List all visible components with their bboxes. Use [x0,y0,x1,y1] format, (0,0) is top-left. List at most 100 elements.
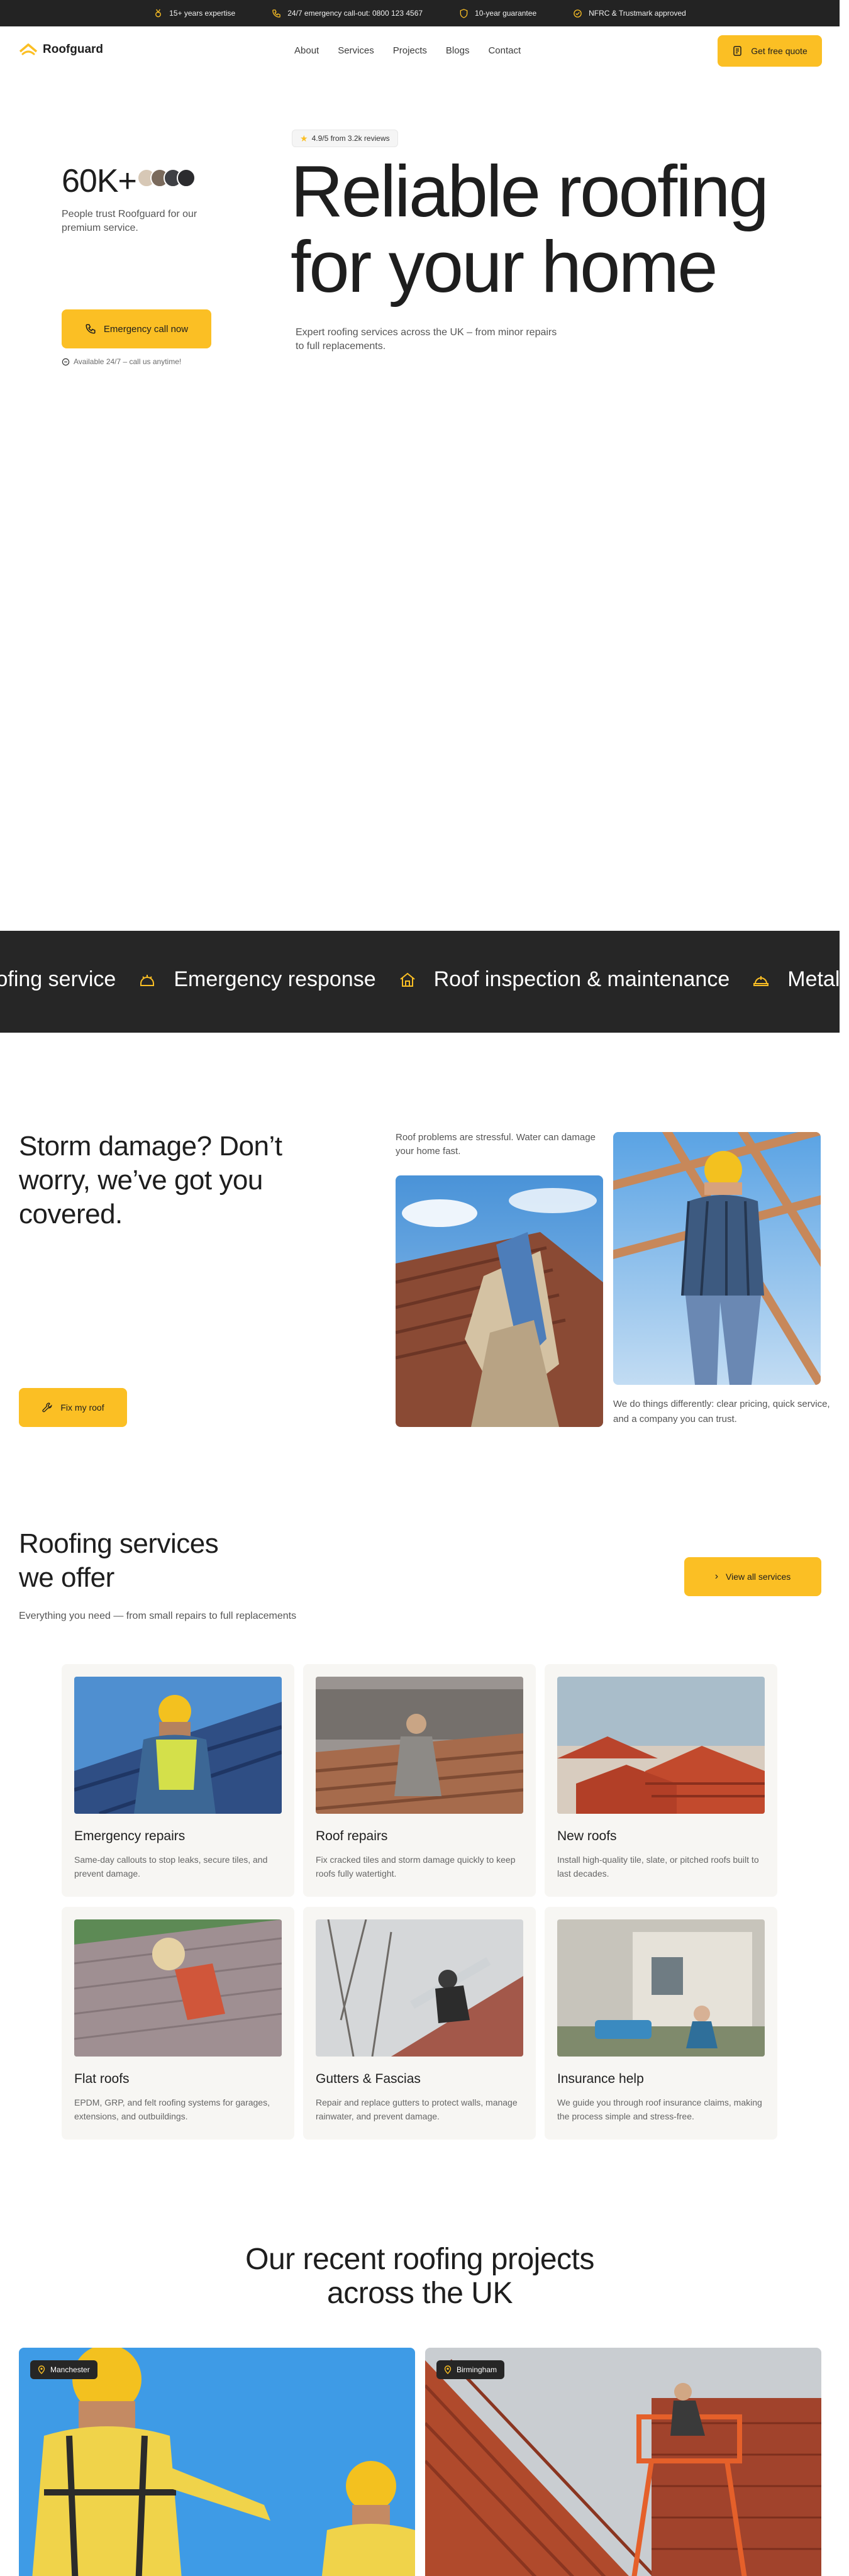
projects-title-line: Our recent roofing projects [245,2243,594,2276]
chevron-right-icon: › [714,1571,719,1582]
service-card-image [316,1677,523,1814]
topbar-text: 10-year guarantee [475,9,537,18]
marquee-item: Emergency response [138,967,376,992]
storm-section-title: Storm damage? Don’t worry, we’ve got you… [19,1131,282,1230]
get-quote-button[interactable]: Get free quote [718,35,822,67]
avatar [177,169,196,187]
nav-link-about[interactable]: About [294,45,319,56]
marquee-item: Roof inspection & maintenance [399,967,730,992]
main-nav: Roofguard About Services Projects Blogs … [0,26,840,77]
availability-note: Available 24/7 – call us anytime! [62,357,181,366]
service-card-flat-roofs[interactable]: Flat roofs EPDM, GRP, and felt roofing s… [62,1907,294,2140]
service-card-description: EPDM, GRP, and felt roofing systems for … [74,2097,270,2121]
topbar-item-guarantee: 10-year guarantee [459,8,537,18]
marquee-track: Roofing service Emergency response Roof … [0,967,840,992]
service-card-title: Roof repairs [316,1829,388,1843]
roofers-safety-illustration [32,2348,415,2576]
location-tag: Birmingham [436,2360,505,2379]
services-title: Roofing services we offer [19,1527,296,1595]
topbar-text: 15+ years expertise [169,9,236,18]
hero-title-line: Reliable roofing [291,150,769,232]
nav-link-services[interactable]: Services [338,45,374,56]
new-roofs-illustration [557,1677,765,1814]
customer-count-stat: 60K+ [62,163,137,199]
projects-title-line: across the UK [327,2277,513,2310]
project-card-manchester[interactable]: Manchester [19,2348,415,2576]
fix-my-roof-button[interactable]: Fix my roof [19,1388,127,1427]
services-title-line: Roofing services [19,1528,219,1559]
services-marquee: Roofing service Emergency response Roof … [0,931,840,1033]
service-card-image [74,1677,282,1814]
location-pin-icon [444,2365,452,2374]
projects-title: Our recent roofing projects across the U… [0,2243,840,2311]
topbar-item-approved: NFRC & Trustmark approved [573,9,686,18]
hero-subtitle: Expert roofing services across the UK – … [296,327,557,352]
marquee-text: Roofing service [0,967,116,991]
service-card-insurance-help[interactable]: Insurance help We guide you through roof… [545,1907,777,2140]
topbar-item-phone[interactable]: 24/7 emergency call-out: 0800 123 4567 [272,9,423,18]
service-card-roof-repairs[interactable]: Roof repairs Fix cracked tiles and storm… [303,1664,536,1897]
topbar-text: 24/7 emergency call-out: 0800 123 4567 [287,9,423,18]
hero-title: Reliable roofing for your home [291,153,819,304]
insurance-illustration [557,1919,765,2057]
emergency-icon [140,974,155,986]
flat-roofs-illustration [74,1919,282,2057]
emergency-call-label: Emergency call now [103,323,189,335]
location-pin-icon [38,2365,45,2374]
marquee-item: Roofing service [0,967,116,992]
marquee-text: Roof inspection & maintenance [433,967,730,991]
project-card-birmingham[interactable]: Birmingham [425,2348,821,2576]
service-card-description: We guide you through roof insurance clai… [557,2097,762,2121]
customer-avatars [137,169,196,187]
service-card-description: Fix cracked tiles and storm damage quick… [316,1855,516,1879]
wrench-icon [42,1402,52,1413]
services-title-line: we offer [19,1562,114,1593]
location-text: Birmingham [457,2365,497,2374]
roof-logo-icon [19,43,38,55]
get-quote-label: Get free quote [751,46,807,56]
storm-damage-photo [396,1175,603,1427]
service-card-description: Repair and replace gutters to protect wa… [316,2097,518,2121]
service-card-title: Emergency repairs [74,1829,186,1843]
location-text: Manchester [50,2365,90,2374]
hero-title-line: for your home [291,226,718,308]
service-card-image [316,1919,523,2057]
availability-text: Available 24/7 – call us anytime! [74,357,182,366]
phone-icon [86,324,96,334]
logo-text: Roofguard [43,43,104,56]
house-icon [399,972,415,987]
damaged-roof-illustration [396,1188,603,1427]
nav-link-projects[interactable]: Projects [393,45,427,56]
gutters-illustration [316,1919,523,2057]
emergency-call-button[interactable]: Emergency call now [62,309,211,348]
top-info-bar: 15+ years expertise 24/7 emergency call-… [0,0,840,26]
view-all-services-button[interactable]: › View all services [684,1557,821,1596]
topbar-text: NFRC & Trustmark approved [589,9,686,18]
chat-icon [62,358,70,365]
service-card-title: New roofs [557,1829,617,1843]
service-card-title: Insurance help [557,2072,644,2086]
storm-caption: We do things differently: clear pricing,… [613,1399,830,1424]
view-all-services-label: View all services [726,1572,791,1582]
service-card-emergency-repairs[interactable]: Emergency repairs Same-day callouts to s… [62,1664,294,1897]
logo[interactable]: Roofguard [19,43,103,57]
service-card-description: Same-day callouts to stop leaks, secure … [74,1855,268,1879]
nav-link-blogs[interactable]: Blogs [446,45,470,56]
location-tag: Manchester [30,2360,97,2379]
service-card-new-roofs[interactable]: New roofs Install high-quality tile, sla… [545,1664,777,1897]
marquee-text: Emergency response [174,967,376,991]
nav-link-contact[interactable]: Contact [488,45,521,56]
marquee-item: Metal roofing [752,967,840,992]
service-card-title: Gutters & Fascias [316,2072,421,2086]
service-card-image [74,1919,282,2057]
badge-check-icon [574,9,582,18]
roofer-drill-illustration [74,1677,282,1814]
star-icon: ★ [300,133,308,143]
service-card-image [557,1919,765,2057]
roofer-illustration [613,1132,821,1385]
phone-icon [272,9,280,18]
service-card-gutters-fascias[interactable]: Gutters & Fascias Repair and replace gut… [303,1907,536,2140]
storm-note: Roof problems are stressful. Water can d… [396,1132,596,1157]
service-card-title: Flat roofs [74,2072,130,2086]
medal-icon [155,9,162,17]
